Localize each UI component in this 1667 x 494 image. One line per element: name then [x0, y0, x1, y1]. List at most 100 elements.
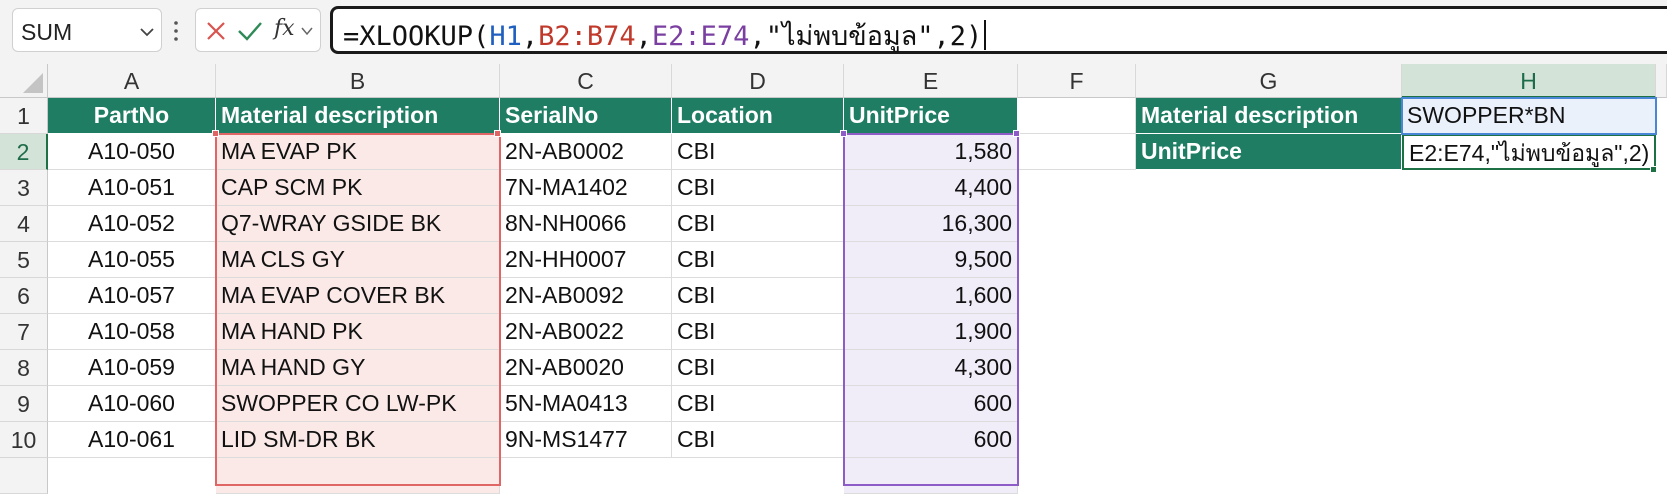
column-header-c[interactable]: C [500, 64, 672, 98]
name-box-value: SUM [21, 19, 73, 45]
row-header-8[interactable]: 8 [0, 350, 48, 386]
table-cell[interactable]: CAP SCM PK [216, 170, 500, 206]
table-cell[interactable]: 2N-HH0007 [500, 242, 672, 278]
row-header-5[interactable]: 5 [0, 242, 48, 278]
text-caret [984, 20, 987, 50]
table-cell[interactable]: 4,400 [844, 170, 1018, 206]
table-cell[interactable]: MA EVAP PK [216, 134, 500, 170]
row-header-9[interactable]: 9 [0, 386, 48, 422]
header-cell-location[interactable]: Location [672, 98, 844, 134]
table-cell[interactable]: A10-055 [48, 242, 216, 278]
header-cell-unitprice[interactable]: UnitPrice [844, 98, 1018, 134]
table-cell[interactable]: SWOPPER CO LW-PK [216, 386, 500, 422]
table-cell[interactable]: CBI [672, 170, 844, 206]
formula-input[interactable]: =XLOOKUP(H1,B2:B74,E2:E74,"ไม่พบข้อมูล",… [330, 6, 1667, 54]
row-header-1[interactable]: 1 [0, 98, 48, 134]
chevron-down-icon[interactable] [137, 22, 157, 42]
lookup-label-unitprice[interactable]: UnitPrice [1136, 134, 1402, 170]
table-cell[interactable] [1018, 134, 1136, 170]
x-mark-icon[interactable] [204, 19, 228, 43]
lookup-label-material[interactable]: Material description [1136, 98, 1402, 134]
column-header-i[interactable] [1656, 64, 1667, 98]
table-cell[interactable]: MA HAND PK [216, 314, 500, 350]
row-header-7[interactable]: 7 [0, 314, 48, 350]
formula-function: =XLOOKUP( [343, 21, 490, 52]
table-cell[interactable]: 8N-NH0066 [500, 206, 672, 242]
column-header-b[interactable]: B [216, 64, 500, 98]
spreadsheet-grid: A B C D E F G H 1 2 3 4 5 6 7 8 9 10 Par… [0, 64, 1667, 494]
row-header-2[interactable]: 2 [0, 134, 48, 170]
table-cell[interactable]: CBI [672, 386, 844, 422]
table-cell[interactable]: 2N-AB0022 [500, 314, 672, 350]
table-cell[interactable]: 5N-MA0413 [500, 386, 672, 422]
select-all-corner[interactable] [0, 64, 48, 98]
table-cell[interactable] [216, 458, 500, 494]
chevron-down-icon[interactable] [300, 24, 314, 38]
table-cell[interactable]: CBI [672, 314, 844, 350]
formula-separator: , [521, 21, 539, 52]
table-cell[interactable]: 600 [844, 386, 1018, 422]
table-cell[interactable]: A10-061 [48, 422, 216, 458]
select-all-icon [23, 73, 43, 93]
table-cell[interactable]: CBI [672, 350, 844, 386]
table-cell[interactable]: MA CLS GY [216, 242, 500, 278]
table-cell[interactable]: A10-051 [48, 170, 216, 206]
range-handle[interactable] [840, 130, 847, 137]
row-header-10[interactable]: 10 [0, 422, 48, 458]
row-header-3[interactable]: 3 [0, 170, 48, 206]
table-cell[interactable]: CBI [672, 242, 844, 278]
formula-tail: ,"ไม่พบข้อมูล",2) [749, 21, 983, 52]
table-cell[interactable]: 7N-MA1402 [500, 170, 672, 206]
check-mark-icon[interactable] [236, 18, 264, 44]
formula-separator: , [635, 21, 652, 52]
column-header-a[interactable]: A [48, 64, 216, 98]
fx-icon[interactable]: fx [274, 16, 295, 41]
table-cell[interactable]: CBI [672, 422, 844, 458]
active-cell-h2[interactable]: E2:E74,"ไม่พบข้อมูล",2) [1402, 134, 1656, 170]
table-cell[interactable]: A10-050 [48, 134, 216, 170]
table-cell[interactable]: CBI [672, 206, 844, 242]
table-cell[interactable]: CBI [672, 134, 844, 170]
range-handle[interactable] [212, 130, 219, 137]
table-cell[interactable]: A10-060 [48, 386, 216, 422]
column-header-d[interactable]: D [672, 64, 844, 98]
table-cell[interactable]: MA HAND GY [216, 350, 500, 386]
table-cell[interactable] [844, 458, 1018, 494]
table-cell[interactable]: CBI [672, 278, 844, 314]
table-cell[interactable]: 600 [844, 422, 1018, 458]
table-cell[interactable]: 1,580 [844, 134, 1018, 170]
table-cell[interactable]: MA EVAP COVER BK [216, 278, 500, 314]
table-cell[interactable]: 1,600 [844, 278, 1018, 314]
table-cell[interactable]: 9,500 [844, 242, 1018, 278]
table-cell[interactable]: A10-059 [48, 350, 216, 386]
table-cell[interactable]: 2N-AB0020 [500, 350, 672, 386]
table-cell[interactable]: 1,900 [844, 314, 1018, 350]
fill-handle[interactable] [1650, 166, 1657, 173]
row-header-6[interactable]: 6 [0, 278, 48, 314]
header-cell-partno[interactable]: PartNo [48, 98, 216, 134]
table-cell[interactable]: Q7-WRAY GSIDE BK [216, 206, 500, 242]
row-header-11[interactable] [0, 458, 48, 494]
vertical-dots-icon[interactable] [172, 18, 180, 44]
table-cell[interactable] [1018, 98, 1136, 134]
column-header-g[interactable]: G [1136, 64, 1402, 98]
header-cell-serialno[interactable]: SerialNo [500, 98, 672, 134]
lookup-criteria-cell[interactable]: SWOPPER*BN [1402, 98, 1656, 134]
table-cell[interactable]: 16,300 [844, 206, 1018, 242]
range-handle[interactable] [1013, 130, 1020, 137]
table-cell[interactable]: A10-058 [48, 314, 216, 350]
table-cell[interactable]: 4,300 [844, 350, 1018, 386]
table-cell[interactable]: A10-052 [48, 206, 216, 242]
table-cell[interactable]: 9N-MS1477 [500, 422, 672, 458]
column-header-e[interactable]: E [844, 64, 1018, 98]
table-cell[interactable]: LID SM-DR BK [216, 422, 500, 458]
table-cell[interactable]: 2N-AB0092 [500, 278, 672, 314]
row-header-4[interactable]: 4 [0, 206, 48, 242]
table-cell[interactable]: 2N-AB0002 [500, 134, 672, 170]
name-box[interactable]: SUM [12, 8, 162, 52]
header-cell-material[interactable]: Material description [216, 98, 500, 134]
table-cell[interactable]: A10-057 [48, 278, 216, 314]
column-header-f[interactable]: F [1018, 64, 1136, 98]
range-handle[interactable] [494, 130, 501, 137]
column-header-h[interactable]: H [1402, 64, 1656, 98]
